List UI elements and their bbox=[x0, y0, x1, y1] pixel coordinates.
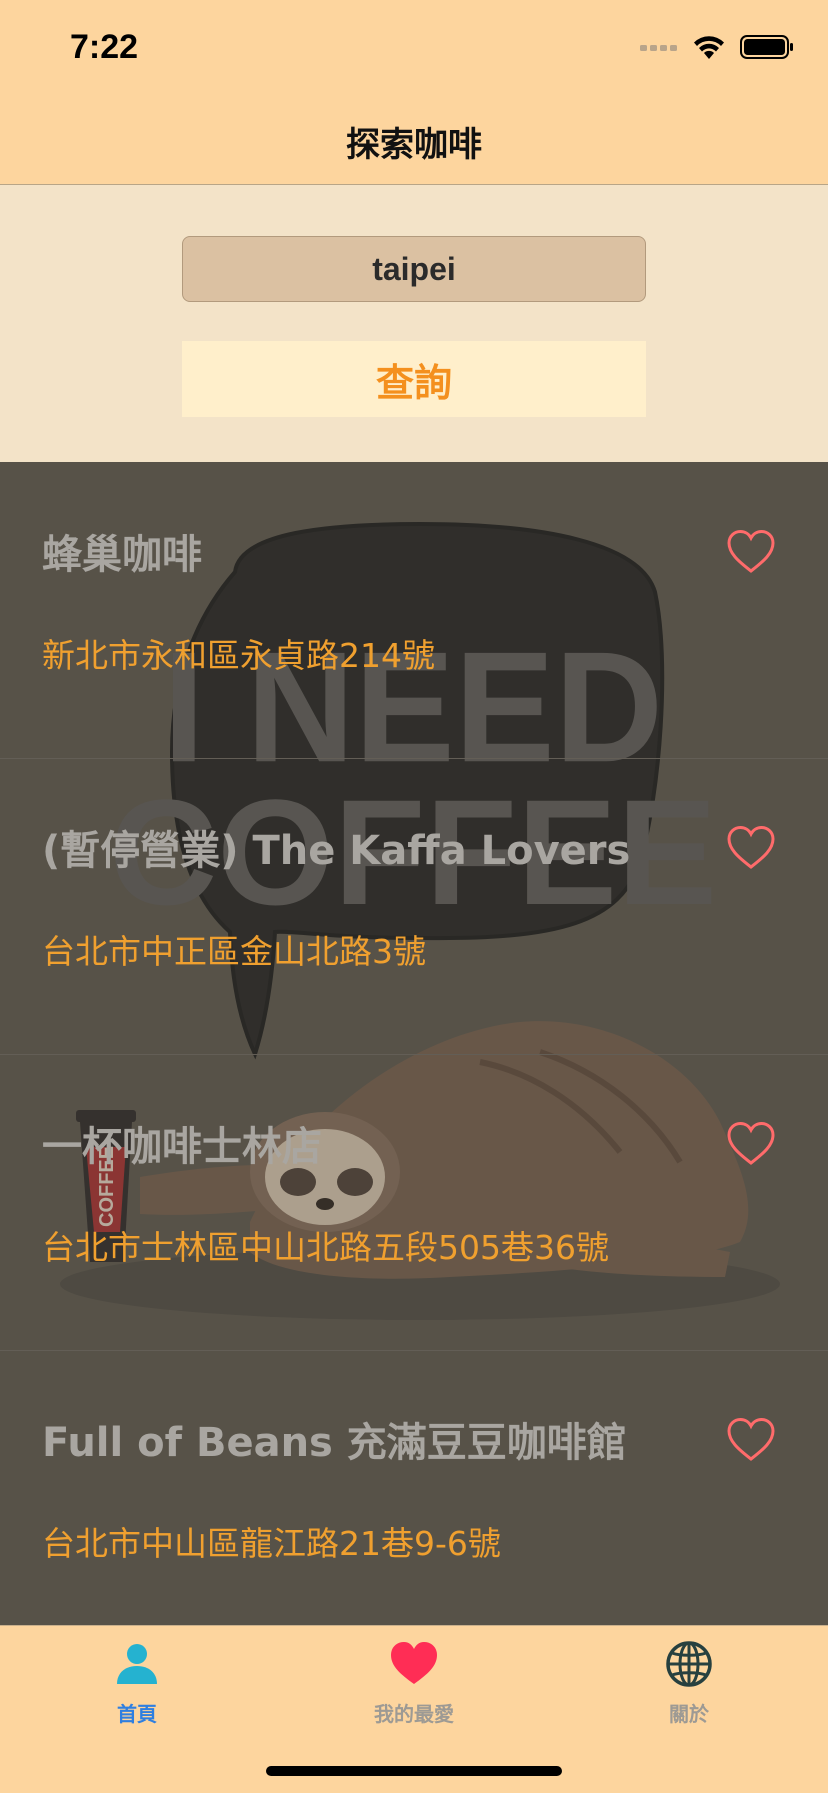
status-icons bbox=[640, 34, 794, 60]
shop-name: Full of Beans 充滿豆豆咖啡館 bbox=[42, 1420, 627, 1466]
list-item[interactable]: 一杯咖啡士林店 台北市士林區中山北路五段505巷36號 bbox=[0, 1054, 828, 1351]
favorite-heart-icon[interactable] bbox=[726, 1417, 776, 1463]
list-item[interactable]: Full of Beans 充滿豆豆咖啡館 台北市中山區龍江路21巷9-6號 bbox=[0, 1350, 828, 1625]
cellular-signal-icon bbox=[640, 45, 677, 51]
favorite-heart-icon[interactable] bbox=[726, 529, 776, 575]
status-bar: 7:22 bbox=[0, 0, 828, 95]
search-button[interactable]: 查詢 bbox=[182, 341, 646, 417]
wifi-icon bbox=[694, 36, 724, 59]
search-area: 查詢 bbox=[0, 185, 828, 462]
favorite-heart-icon[interactable] bbox=[726, 1121, 776, 1167]
shop-name: 蜂巢咖啡 bbox=[42, 532, 202, 578]
shop-name: (暫停營業) The Kaffa Lovers bbox=[42, 828, 631, 874]
shop-address: 台北市士林區中山北路五段505巷36號 bbox=[42, 1228, 609, 1267]
shop-address: 新北市永和區永貞路214號 bbox=[42, 636, 435, 675]
tab-label: 關於 bbox=[669, 1702, 709, 1726]
globe-icon bbox=[666, 1641, 712, 1687]
person-icon bbox=[117, 1644, 157, 1684]
home-indicator bbox=[266, 1766, 562, 1776]
page-title: 探索咖啡 bbox=[346, 125, 482, 165]
tab-home[interactable]: 首頁 bbox=[37, 1626, 237, 1736]
list-item[interactable]: 蜂巢咖啡 新北市永和區永貞路214號 bbox=[0, 462, 828, 759]
tab-label: 首頁 bbox=[117, 1702, 157, 1726]
list-item[interactable]: (暫停營業) The Kaffa Lovers 台北市中正區金山北路3號 bbox=[0, 758, 828, 1055]
shop-address: 台北市中正區金山北路3號 bbox=[42, 932, 426, 971]
tab-about[interactable]: 關於 bbox=[589, 1626, 789, 1736]
heart-icon bbox=[391, 1642, 437, 1684]
tab-favorites[interactable]: 我的最愛 bbox=[314, 1626, 514, 1736]
status-time: 7:22 bbox=[70, 28, 139, 66]
navigation-bar: 探索咖啡 bbox=[0, 95, 828, 185]
shop-address: 台北市中山區龍江路21巷9-6號 bbox=[42, 1524, 501, 1563]
favorite-heart-icon[interactable] bbox=[726, 825, 776, 871]
tab-label: 我的最愛 bbox=[374, 1702, 454, 1726]
coffee-shop-list[interactable]: I NEED COFFEE COFFEE 蜂巢咖啡 新北市永和區永貞路214號 bbox=[0, 462, 828, 1625]
battery-icon bbox=[740, 35, 793, 59]
search-input[interactable] bbox=[182, 236, 646, 302]
shop-name: 一杯咖啡士林店 bbox=[42, 1124, 322, 1170]
